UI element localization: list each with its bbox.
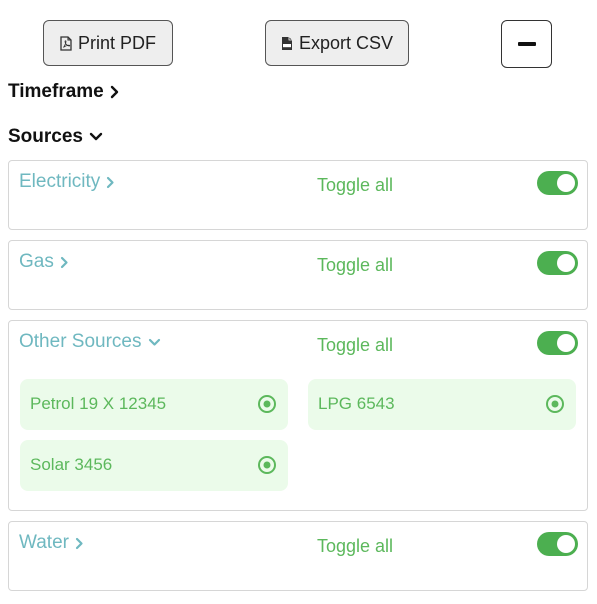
source-card-electricity: Electricity Toggle all bbox=[8, 160, 588, 230]
switch-knob bbox=[557, 334, 575, 352]
toggle-all-label: Toggle all bbox=[317, 175, 394, 195]
source-card-gas: Gas Toggle all bbox=[8, 240, 588, 310]
source-item-solar[interactable]: Solar 3456 bbox=[20, 440, 288, 491]
chevron-right-icon bbox=[75, 537, 84, 550]
source-item-label: Solar 3456 bbox=[30, 455, 113, 474]
csv-file-icon bbox=[281, 36, 293, 51]
source-title-label: Water bbox=[19, 532, 69, 553]
print-pdf-label: Print PDF bbox=[77, 32, 156, 53]
sources-heading[interactable]: Sources bbox=[8, 126, 103, 148]
toggle-all-switch-water[interactable] bbox=[537, 532, 578, 556]
radio-selected-icon bbox=[545, 394, 565, 414]
switch-knob bbox=[557, 254, 575, 272]
chevron-right-icon bbox=[60, 256, 69, 269]
export-csv-button[interactable]: Export CSV bbox=[265, 20, 409, 66]
source-title-label: Gas bbox=[19, 251, 54, 272]
source-title-other-sources[interactable]: Other Sources bbox=[19, 331, 161, 353]
radio-selected-icon bbox=[257, 394, 277, 414]
source-title-water[interactable]: Water bbox=[19, 532, 84, 554]
source-item-lpg[interactable]: LPG 6543 bbox=[308, 379, 576, 430]
timeframe-heading-label: Timeframe bbox=[8, 81, 104, 102]
source-item-label: Petrol 19 X 12345 bbox=[30, 394, 167, 413]
timeframe-heading[interactable]: Timeframe bbox=[8, 81, 120, 103]
export-csv-label: Export CSV bbox=[298, 32, 394, 53]
chevron-right-icon bbox=[106, 176, 115, 189]
print-pdf-button[interactable]: Print PDF bbox=[43, 20, 173, 66]
toggle-all-switch-electricity[interactable] bbox=[537, 171, 578, 195]
chevron-down-icon bbox=[148, 338, 161, 347]
source-title-electricity[interactable]: Electricity bbox=[19, 171, 115, 193]
chevron-down-icon bbox=[89, 132, 103, 142]
source-title-gas[interactable]: Gas bbox=[19, 251, 69, 273]
source-title-label: Electricity bbox=[19, 171, 101, 192]
toggle-all-switch-gas[interactable] bbox=[537, 251, 578, 275]
toggle-all-label: Toggle all bbox=[317, 255, 394, 275]
radio-selected-icon bbox=[257, 455, 277, 475]
chevron-right-icon bbox=[110, 85, 120, 99]
collapse-panel-button[interactable] bbox=[501, 20, 552, 68]
source-card-other-sources: Other Sources Toggle all Petrol 19 X 123… bbox=[8, 320, 588, 511]
pdf-file-icon bbox=[60, 35, 72, 51]
source-item-petrol[interactable]: Petrol 19 X 12345 bbox=[20, 379, 288, 430]
switch-knob bbox=[557, 535, 575, 553]
sources-heading-label: Sources bbox=[8, 126, 83, 147]
toggle-all-label: Toggle all bbox=[317, 335, 394, 355]
source-title-label: Other Sources bbox=[19, 331, 142, 352]
source-card-water: Water Toggle all bbox=[8, 521, 588, 591]
toolbar: Print PDF Export CSV bbox=[0, 20, 597, 68]
switch-knob bbox=[557, 174, 575, 192]
minus-icon bbox=[517, 42, 536, 46]
source-item-label: LPG 6543 bbox=[318, 394, 395, 413]
toggle-all-label: Toggle all bbox=[317, 536, 394, 556]
toggle-all-switch-other-sources[interactable] bbox=[537, 331, 578, 355]
